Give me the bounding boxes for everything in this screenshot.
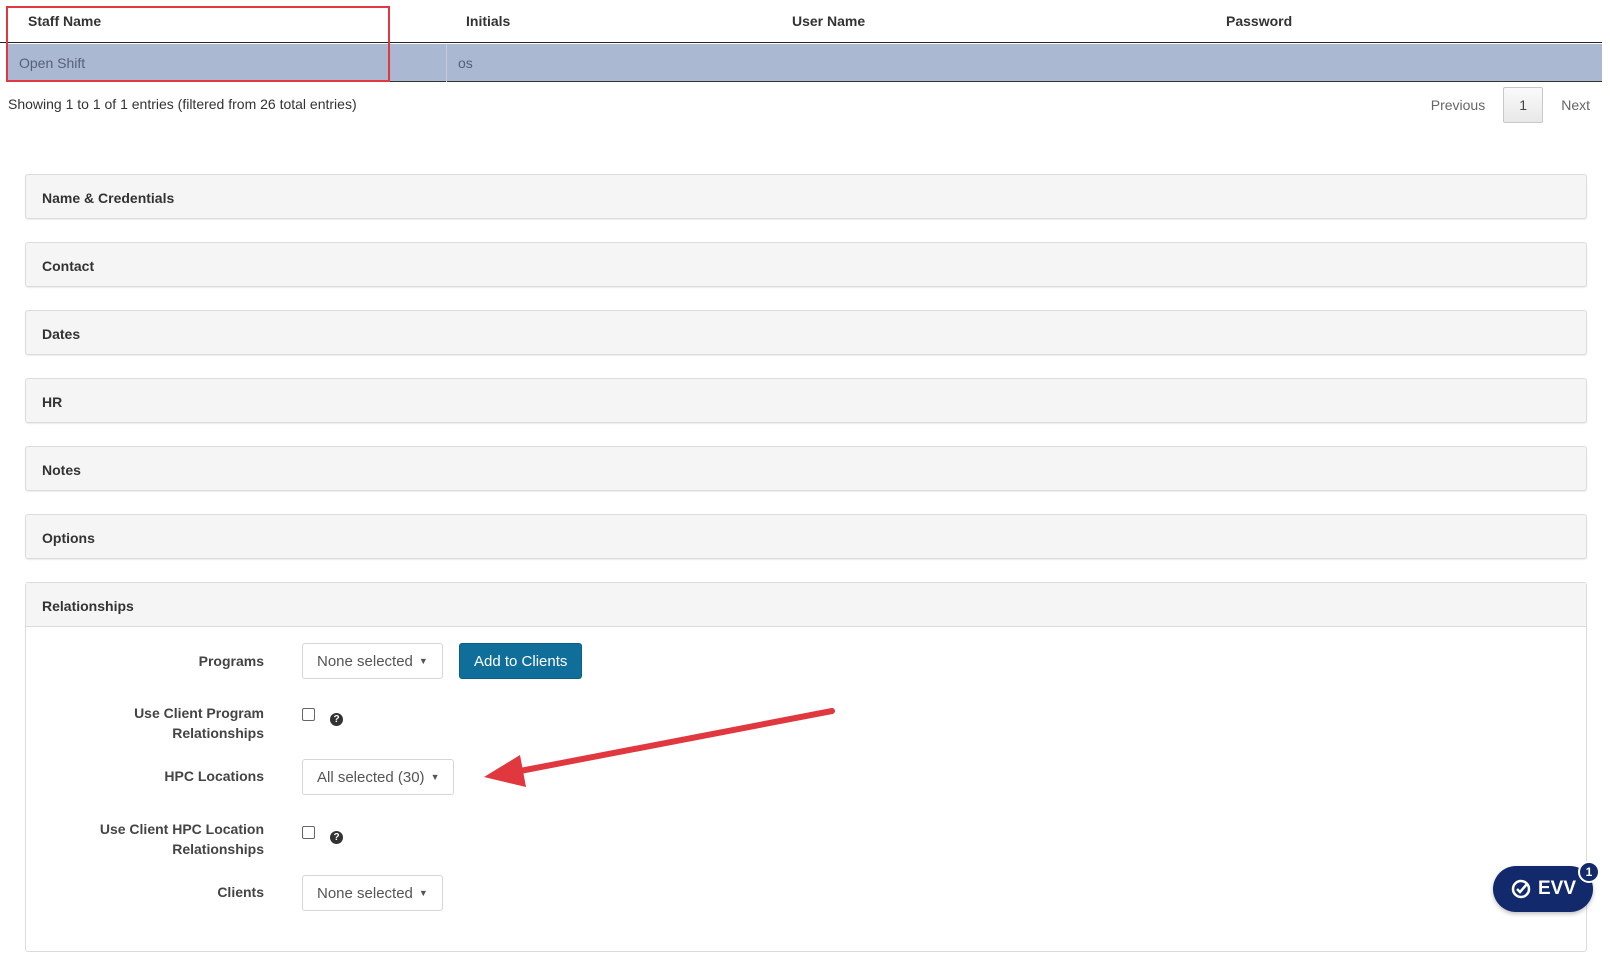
hpc-locations-dropdown[interactable]: All selected (30) ▼ [302,759,455,795]
label-line: Use Client HPC Location [99,821,264,837]
use-client-hpc-label: Use Client HPC Location Relationships [14,819,264,859]
table-row[interactable]: Open Shift os [6,44,1602,82]
panel-title: Notes [42,462,81,478]
panel-name-credentials[interactable]: Name & Credentials [25,174,1587,219]
clients-label: Clients [217,884,264,900]
caret-down-icon: ▼ [418,888,428,898]
check-badge-icon [1511,879,1531,899]
panel-dates[interactable]: Dates [25,310,1587,355]
panel-contact[interactable]: Contact [25,242,1587,287]
previous-page-link[interactable]: Previous [1431,97,1485,113]
col-staff-name[interactable]: Staff Name [28,13,101,29]
panel-title: Relationships [42,598,134,614]
cell-divider [446,44,447,82]
col-password[interactable]: Password [1226,13,1292,29]
add-to-clients-button[interactable]: Add to Clients [459,643,583,679]
label-line: Relationships [172,841,264,857]
evv-notification-count: 1 [1578,861,1600,883]
label-line: Relationships [172,725,264,741]
panel-title: Dates [42,326,81,342]
evv-label: EVV [1537,878,1577,899]
caret-down-icon: ▼ [430,772,440,782]
programs-dropdown[interactable]: None selected ▼ [302,643,443,679]
cell-staff-name: Open Shift [19,55,86,71]
col-user-name[interactable]: User Name [792,13,865,29]
caret-down-icon: ▼ [418,656,428,666]
clients-value: None selected [317,884,413,902]
entries-info: Showing 1 to 1 of 1 entries (filtered fr… [8,96,357,112]
panel-notes[interactable]: Notes [25,446,1587,491]
clients-dropdown[interactable]: None selected ▼ [302,875,443,911]
panel-title: HR [42,394,63,410]
use-client-hpc-checkbox[interactable] [302,826,315,839]
hpc-locations-value: All selected (30) [317,768,425,786]
col-initials[interactable]: Initials [466,13,510,29]
hpc-locations-label: HPC Locations [164,768,264,784]
panel-title: Name & Credentials [42,190,175,206]
next-page-link[interactable]: Next [1561,97,1590,113]
programs-value: None selected [317,652,413,670]
use-client-program-checkbox[interactable] [302,708,315,721]
page-1-button[interactable]: 1 [1503,87,1544,123]
panel-title: Contact [42,258,95,274]
panel-hr[interactable]: HR [25,378,1587,423]
table-header: Staff Name Initials User Name Password [0,0,1602,43]
pagination: Previous 1 Next [1431,86,1590,124]
panel-relationships-header[interactable]: Relationships [26,583,1586,627]
cell-initials: os [458,55,473,71]
label-line: Use Client Program [134,705,264,721]
panel-relationships: Relationships Programs None selected ▼ A… [25,582,1587,952]
help-icon[interactable]: ? [330,713,343,726]
help-icon[interactable]: ? [330,831,343,844]
use-client-program-label: Use Client Program Relationships [14,703,264,743]
programs-label: Programs [198,653,264,669]
panel-options[interactable]: Options [25,514,1587,559]
panel-title: Options [42,530,95,546]
